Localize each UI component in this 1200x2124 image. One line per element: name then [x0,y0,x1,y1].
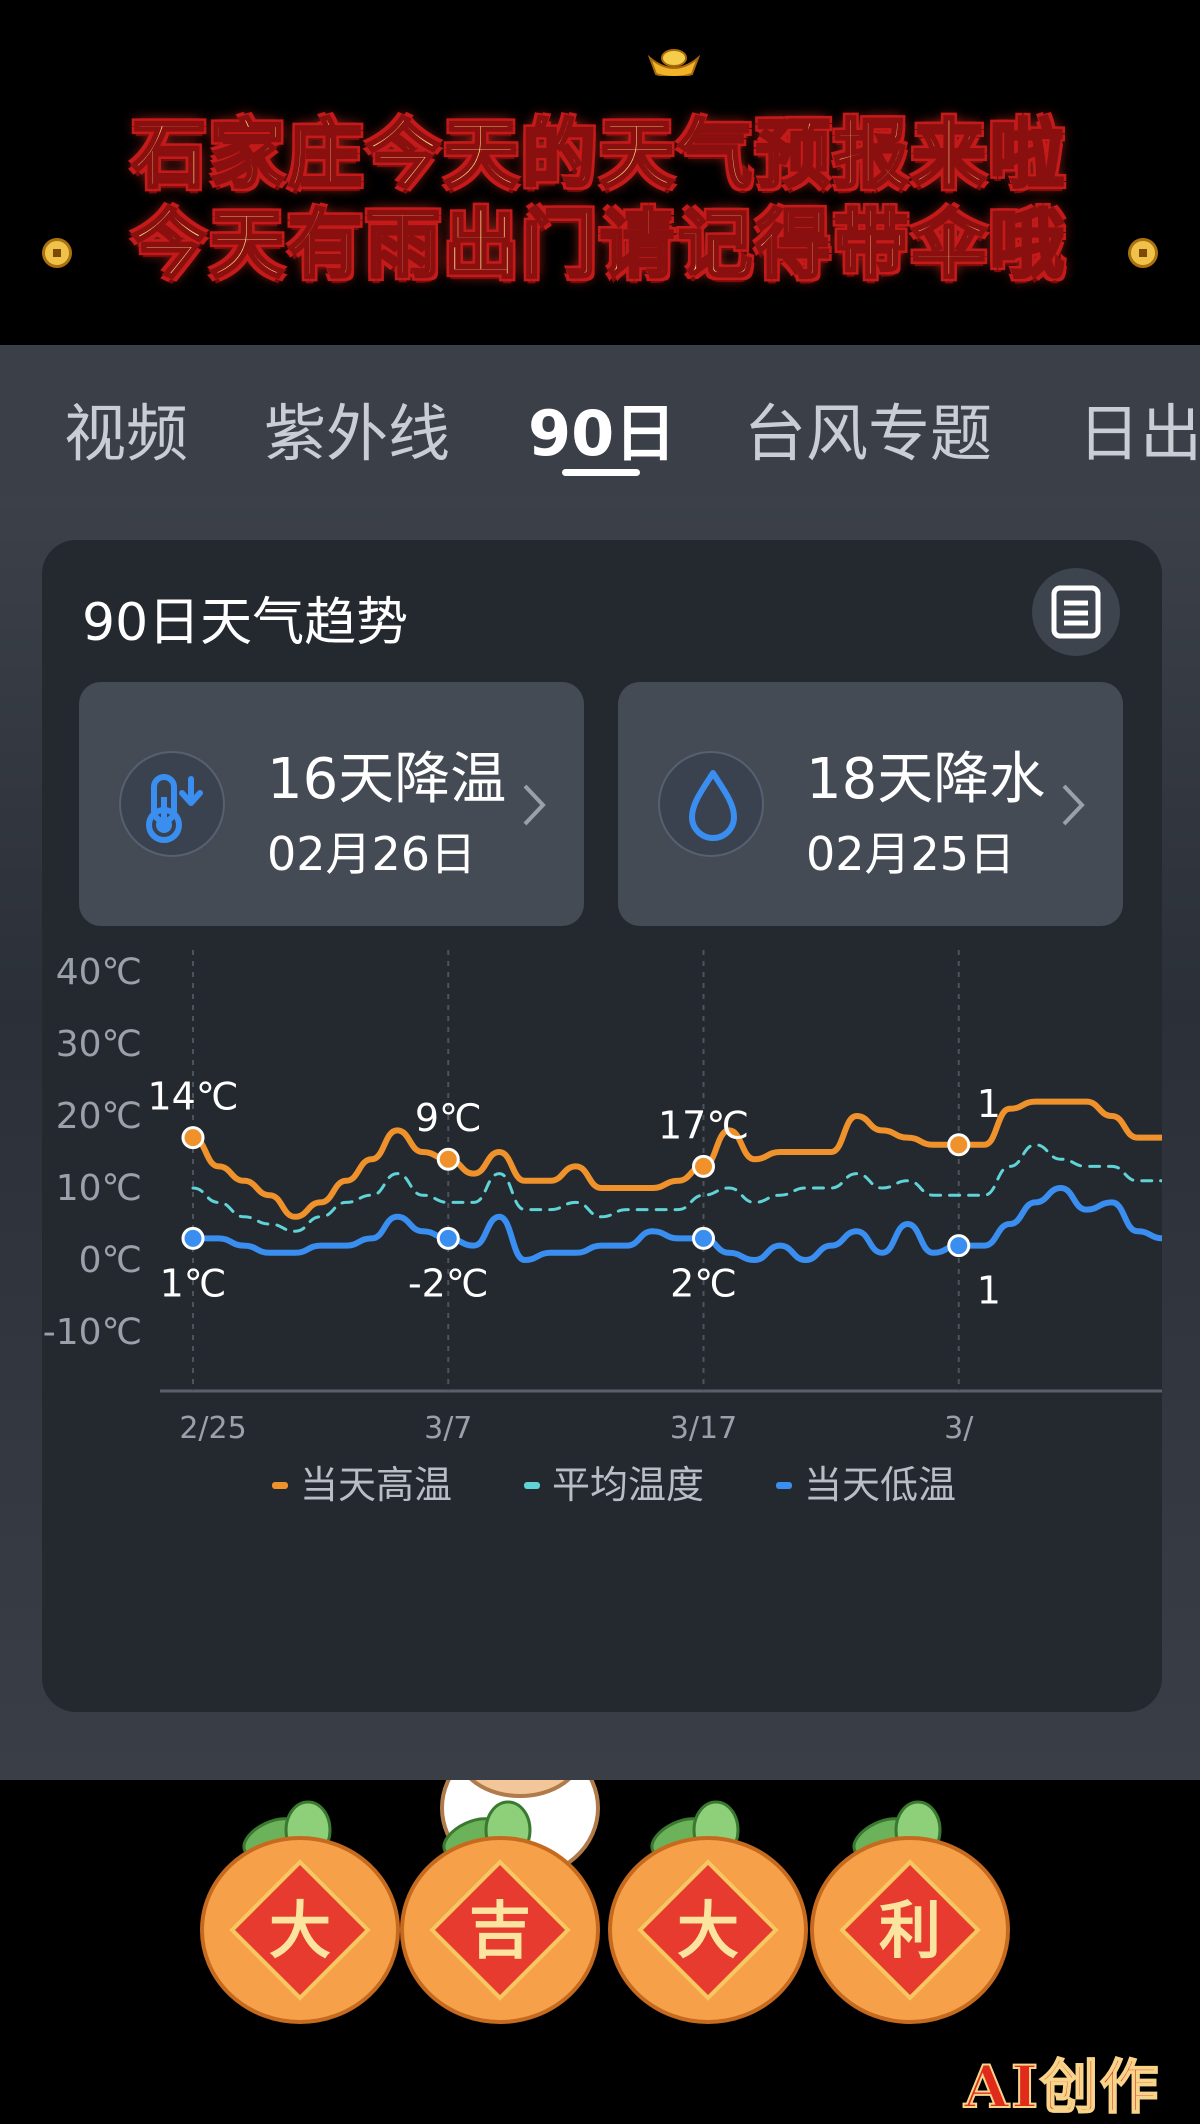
high-temp-point [181,1126,205,1150]
lucky-orange-char: 吉 [469,1894,531,1967]
x-tick-label: 3/7 [424,1411,472,1446]
low-temp-point [181,1226,205,1250]
lucky-orange-char: 大 [269,1894,331,1967]
low-temp-point [692,1226,716,1250]
legend-label: 当天低温 [804,1463,956,1507]
temp-label: 9℃ [415,1096,482,1140]
legend-swatch [272,1482,288,1489]
high-temp-point [947,1133,971,1157]
cooling-days-title: 16天降温 [267,747,507,812]
temp-label: 17℃ [658,1103,749,1147]
rain-days-card[interactable]: 18天降水 02月25日 [618,682,1123,926]
watermark: AI创作 [963,2052,1161,2122]
y-tick-label: -10℃ [43,1312,142,1353]
gold-ingot-icon [648,49,700,76]
lucky-orange-char: 利 [879,1894,941,1967]
temp-label: 2℃ [670,1261,737,1305]
legend-swatch [524,1482,540,1489]
rain-days-title: 18天降水 [806,747,1046,812]
temperature-trend-chart: 40℃ 30℃ 20℃ 10℃ 0℃ -10℃ 2/25 3/7 3/17 3/14℃ 1℃ 9℃ -2… [43,950,1162,1507]
x-tick-label: 2/25 [179,1411,246,1446]
high-temp-point [436,1147,460,1171]
chevron-right-icon [523,784,546,826]
legend-label: 当天高温 [300,1463,452,1507]
temp-label: 14℃ [147,1075,238,1119]
high-temp-point [692,1154,716,1178]
water-drop-icon [658,751,764,857]
low-temp-point [947,1234,971,1258]
chevron-right-icon [1062,784,1085,826]
list-icon [1051,585,1101,639]
low-temp-line [190,1184,1162,1264]
card-title: 90日天气趋势 [82,593,409,653]
x-tick-label: 3/ [944,1411,974,1446]
x-tick-label: 3/17 [670,1411,737,1446]
legend-label: 平均温度 [552,1463,704,1507]
y-tick-label: 0℃ [79,1240,142,1281]
tab-sunrise[interactable]: 日出 [1078,383,1200,473]
tab-video[interactable]: 视频 [64,383,188,473]
temp-label: 1℃ [160,1261,227,1305]
tab-typhoon[interactable]: 台风专题 [744,383,992,473]
temp-label: -2℃ [408,1261,489,1305]
legend-swatch [776,1482,792,1489]
tab-active-indicator [562,469,640,476]
trend-card: 90日天气趋势 16天降温 02月26日 18天降水 02月25日 40℃ 30… [42,540,1162,1712]
temp-label: 1 [977,1082,1001,1126]
tab-bar: 视频 紫外线 90日 台风专题 日出 [0,345,1200,497]
temp-label: 1 [977,1269,1001,1313]
bottom-decoration: 大 吉 大 利 AI创作 [0,1704,1200,2122]
thermometer-down-icon [119,751,225,857]
cooling-days-date: 02月26日 [267,827,477,881]
cooling-days-card[interactable]: 16天降温 02月26日 [79,682,584,926]
low-temp-point [436,1226,460,1250]
tab-uv[interactable]: 紫外线 [264,383,450,473]
y-tick-label: 30℃ [56,1024,142,1065]
lucky-orange-char: 大 [677,1894,739,1967]
y-tick-label: 10℃ [56,1168,142,1209]
top-banner: 石家庄今天的天气预报来啦 今天有雨出门请记得带伞哦 [0,0,1200,345]
list-menu-button[interactable] [1032,568,1120,656]
tab-90-day[interactable]: 90日 [528,383,676,473]
y-tick-label: 20℃ [56,1096,142,1137]
rain-days-date: 02月25日 [806,827,1016,881]
banner-line-2: 今天有雨出门请记得带伞哦 [131,201,1068,290]
y-tick-label: 40℃ [56,952,142,993]
